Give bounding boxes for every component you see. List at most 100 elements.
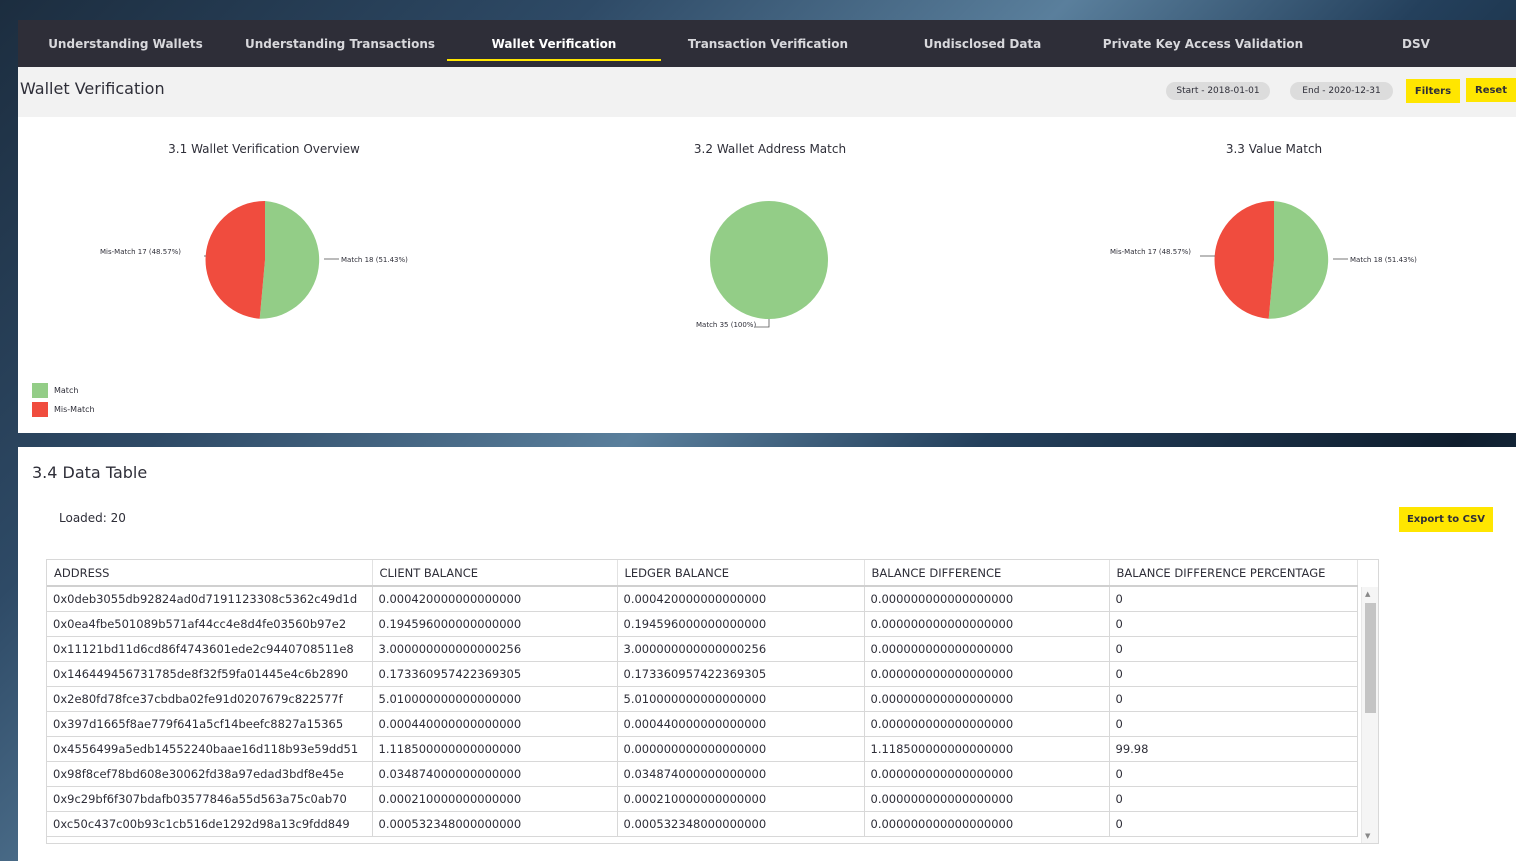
legend-item-mismatch[interactable]: Mis-Match	[32, 402, 95, 417]
legend-swatch-mismatch	[32, 402, 48, 417]
table-cell: 0.034874000000000000	[372, 761, 618, 787]
table-row[interactable]: 0xc50c437c00b93c1cb516de1292d98a13c9fdd8…	[47, 811, 1358, 837]
table-cell: 0	[1109, 761, 1358, 787]
table-row[interactable]: 0x0ea4fbe501089b571af44cc4e8d4fe03560b97…	[47, 611, 1358, 637]
table-cell: 0x2e80fd78fce37cbdba02fe91d0207679c82257…	[47, 686, 373, 712]
reset-button[interactable]: Reset	[1466, 78, 1516, 102]
table-cell: 0	[1109, 711, 1358, 737]
loaded-count: Loaded: 20	[59, 511, 126, 525]
column-header-client-balance[interactable]: CLIENT BALANCE	[372, 560, 618, 587]
start-date-badge[interactable]: Start - 2018-01-01	[1166, 82, 1270, 100]
table-cell: 0	[1109, 611, 1358, 637]
tab-understanding-wallets[interactable]: Understanding Wallets	[18, 20, 233, 67]
table-cell: 0	[1109, 586, 1358, 612]
table-cell: 0.194596000000000000	[372, 611, 618, 637]
table-cell: 0.000440000000000000	[372, 711, 618, 737]
table-scrollbar[interactable]: ▲ ▼	[1361, 587, 1378, 843]
table-cell: 0x146449456731785de8f32f59fa01445e4c6b28…	[47, 661, 373, 687]
table-cell: 0x397d1665f8ae779f641a5cf14beefc8827a153…	[47, 711, 373, 737]
scroll-down-arrow-icon[interactable]: ▼	[1365, 832, 1370, 840]
tab-transaction-verification[interactable]: Transaction Verification	[661, 20, 875, 67]
table-cell: 0	[1109, 686, 1358, 712]
data-table-panel: 3.4 Data Table Loaded: 20 Export to CSV …	[18, 447, 1516, 861]
pie-slice-match-value[interactable]	[1268, 201, 1329, 319]
table-cell: 1.118500000000000000	[372, 736, 618, 762]
table-cell: 3.000000000000000256	[372, 636, 618, 662]
legend-label-match: Match	[54, 386, 79, 395]
table-cell: 0.000000000000000000	[864, 811, 1110, 837]
pie-label-mismatch-value: Mis-Match 17 (48.57%)	[1110, 248, 1192, 256]
table-cell: 0x0ea4fbe501089b571af44cc4e8d4fe03560b97…	[47, 611, 373, 637]
table-cell: 0.000420000000000000	[617, 586, 865, 612]
table-row[interactable]: 0x397d1665f8ae779f641a5cf14beefc8827a153…	[47, 711, 1358, 737]
table-cell: 0x9c29bf6f307bdafb03577846a55d563a75c0ab…	[47, 786, 373, 812]
table-cell: 0x0deb3055db92824ad0d7191123308c5362c49d…	[47, 586, 373, 612]
table-row[interactable]: 0x98f8cef78bd608e30062fd38a97edad3bdf8e4…	[47, 761, 1358, 787]
table-cell: 99.98	[1109, 736, 1358, 762]
table-cell: 3.000000000000000256	[617, 636, 865, 662]
table-cell: 0x11121bd11d6cd86f4743601ede2c9440708511…	[47, 636, 373, 662]
pie-slice-match-overview[interactable]	[259, 201, 320, 319]
column-header-ledger-balance[interactable]: LEDGER BALANCE	[617, 560, 865, 587]
table-cell: 0	[1109, 811, 1358, 837]
leader-line	[755, 319, 770, 328]
table-cell: 1.118500000000000000	[864, 736, 1110, 762]
tab-private-key-access-validation[interactable]: Private Key Access Validation	[1090, 20, 1316, 67]
pie-slice-mismatch-value[interactable]	[1214, 200, 1274, 319]
pie-slice-match-address[interactable]	[710, 201, 828, 319]
table-row[interactable]: 0x146449456731785de8f32f59fa01445e4c6b28…	[47, 661, 1358, 687]
table-row[interactable]: 0x11121bd11d6cd86f4743601ede2c9440708511…	[47, 636, 1358, 662]
section-title: 3.4 Data Table	[32, 463, 148, 482]
table-row[interactable]: 0x4556499a5edb14552240baae16d118b93e59dd…	[47, 736, 1358, 762]
table-cell: 0.000420000000000000	[372, 586, 618, 612]
table-row[interactable]: 0x0deb3055db92824ad0d7191123308c5362c49d…	[47, 586, 1358, 612]
table-cell: 0.000000000000000000	[864, 686, 1110, 712]
table-cell: 0.000210000000000000	[617, 786, 865, 812]
tab-undisclosed-data[interactable]: Undisclosed Data	[875, 20, 1090, 67]
table-cell: 0	[1109, 636, 1358, 662]
column-header-balance-difference[interactable]: BALANCE DIFFERENCE	[864, 560, 1110, 587]
table-header-row: ADDRESS CLIENT BALANCE LEDGER BALANCE BA…	[47, 560, 1358, 587]
table-cell: 0.000000000000000000	[864, 786, 1110, 812]
column-header-address[interactable]: ADDRESS	[47, 560, 373, 587]
column-header-balance-difference-percentage[interactable]: BALANCE DIFFERENCE PERCENTAGE	[1109, 560, 1358, 587]
legend-label-mismatch: Mis-Match	[54, 405, 95, 414]
end-date-badge[interactable]: End - 2020-12-31	[1290, 82, 1393, 100]
table-cell: 0.173360957422369305	[372, 661, 618, 687]
pie-label-mismatch-overview: Mis-Match 17 (48.57%)	[100, 248, 182, 256]
table-row[interactable]: 0x2e80fd78fce37cbdba02fe91d0207679c82257…	[47, 686, 1358, 712]
table-cell: 0xc50c437c00b93c1cb516de1292d98a13c9fdd8…	[47, 811, 373, 837]
table-cell: 0.000532348000000000	[372, 811, 618, 837]
table-cell: 0.173360957422369305	[617, 661, 865, 687]
table-cell: 0.000000000000000000	[864, 636, 1110, 662]
table-cell: 0.000532348000000000	[617, 811, 865, 837]
table-cell: 5.010000000000000000	[617, 686, 865, 712]
table-cell: 0.034874000000000000	[617, 761, 865, 787]
legend-item-match[interactable]: Match	[32, 383, 78, 398]
scroll-thumb[interactable]	[1365, 603, 1376, 713]
tab-wallet-verification[interactable]: Wallet Verification	[447, 20, 661, 67]
pie-label-match-overview: Match 18 (51.43%)	[341, 256, 408, 264]
scroll-up-arrow-icon[interactable]: ▲	[1365, 590, 1370, 598]
pie-slice-mismatch-overview[interactable]	[205, 200, 265, 319]
tab-dsv[interactable]: DSV	[1316, 20, 1516, 67]
pie-charts-svg	[204, 200, 1348, 328]
table-cell: 0x98f8cef78bd608e30062fd38a97edad3bdf8e4…	[47, 761, 373, 787]
charts-panel: 3.1 Wallet Verification Overview 3.2 Wal…	[18, 117, 1516, 433]
pie-label-match-value: Match 18 (51.43%)	[1350, 256, 1417, 264]
export-csv-button[interactable]: Export to CSV	[1399, 507, 1493, 532]
table-cell: 0.000210000000000000	[372, 786, 618, 812]
table-cell: 0.000440000000000000	[617, 711, 865, 737]
table-cell: 0.000000000000000000	[864, 761, 1110, 787]
filters-button[interactable]: Filters	[1406, 79, 1460, 103]
table-cell: 0x4556499a5edb14552240baae16d118b93e59dd…	[47, 736, 373, 762]
table-cell: 0.000000000000000000	[864, 661, 1110, 687]
data-table: ADDRESS CLIENT BALANCE LEDGER BALANCE BA…	[46, 559, 1379, 844]
pie-label-match-address: Match 35 (100%)	[696, 321, 757, 329]
table-row[interactable]: 0x9c29bf6f307bdafb03577846a55d563a75c0ab…	[47, 786, 1358, 812]
table-cell: 0.000000000000000000	[864, 586, 1110, 612]
table-cell: 0.000000000000000000	[864, 611, 1110, 637]
tab-understanding-transactions[interactable]: Understanding Transactions	[233, 20, 447, 67]
legend-swatch-match	[32, 383, 48, 398]
table-cell: 0	[1109, 786, 1358, 812]
